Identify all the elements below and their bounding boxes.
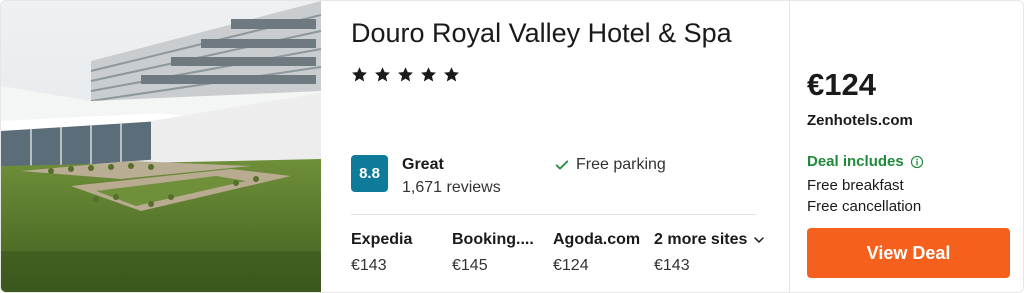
hotel-photo-image <box>1 1 321 292</box>
offer-list: Expedia €143 Booking.... €145 Agoda.com … <box>351 231 771 276</box>
amenity-label: Free parking <box>576 156 666 173</box>
star-icon <box>352 67 367 82</box>
star-rating <box>351 66 460 83</box>
hotel-card: Douro Royal Valley Hotel & Spa 8.8 Great… <box>0 0 1024 293</box>
offer-price: €124 <box>553 257 589 274</box>
deal-includes: Deal includes <box>807 153 924 170</box>
deal-item: Free cancellation <box>807 198 922 215</box>
star-icon <box>398 67 413 82</box>
deal-includes-label: Deal includes <box>807 153 904 170</box>
offer-expedia[interactable]: Expedia €143 <box>351 231 412 275</box>
best-deal-panel: €124 Zenhotels.com Deal includes Free br… <box>789 1 1023 292</box>
offer-site: Booking.... <box>452 231 534 248</box>
divider <box>351 214 756 215</box>
rating-label: Great <box>402 156 444 173</box>
hotel-info: Douro Royal Valley Hotel & Spa 8.8 Great… <box>351 1 765 292</box>
amenity-free-parking: Free parking <box>554 156 666 174</box>
offer-site: 2 more sites <box>654 231 748 248</box>
offer-price: €145 <box>452 257 488 274</box>
rating-score-badge: 8.8 <box>351 155 388 192</box>
offer-booking[interactable]: Booking.... €145 <box>452 231 534 275</box>
info-icon[interactable] <box>910 155 924 169</box>
best-deal-provider: Zenhotels.com <box>807 112 913 129</box>
checkmark-icon <box>555 160 569 170</box>
chevron-down-icon <box>754 237 765 243</box>
more-sites-toggle[interactable]: 2 more sites <box>654 231 765 249</box>
star-icon <box>444 67 459 82</box>
star-icon <box>421 67 436 82</box>
hotel-photo[interactable] <box>1 1 321 292</box>
best-price[interactable]: €124 <box>807 67 876 103</box>
offer-site: Expedia <box>351 231 413 248</box>
rating-row: 8.8 Great 1,671 reviews Free parking <box>351 154 756 198</box>
offer-agoda[interactable]: Agoda.com €124 <box>553 231 640 275</box>
review-count[interactable]: 1,671 reviews <box>402 179 501 197</box>
deal-item: Free breakfast <box>807 177 904 194</box>
hotel-name[interactable]: Douro Royal Valley Hotel & Spa <box>351 18 732 49</box>
star-icon <box>375 67 390 82</box>
offer-price: €143 <box>654 257 690 274</box>
offer-site: Agoda.com <box>553 231 641 248</box>
offer-more-sites[interactable]: 2 more sites €143 <box>654 231 765 275</box>
view-deal-button[interactable]: View Deal <box>807 228 1010 278</box>
offer-price: €143 <box>351 257 387 274</box>
